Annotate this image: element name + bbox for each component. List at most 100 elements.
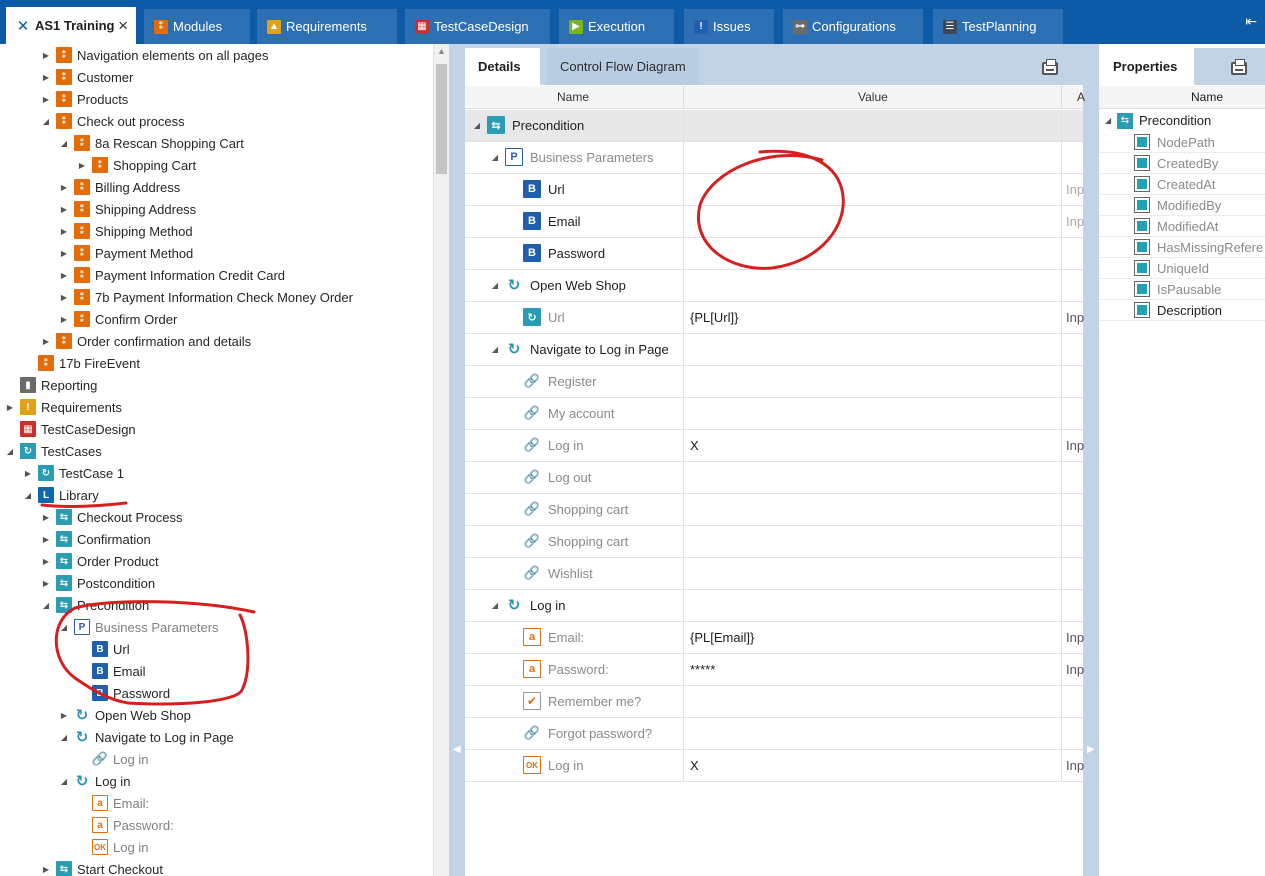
tree-scrollbar[interactable]: ▲ (433, 44, 449, 876)
table-row[interactable]: 🔗 Log in X Inp (465, 430, 1084, 462)
tree-node[interactable]: ◢ ⁑ Check out process (40, 110, 185, 132)
table-row[interactable]: ◢ ⇆ Precondition (465, 110, 1083, 142)
column-header-action[interactable]: A (1077, 90, 1085, 104)
property-row[interactable]: IsPausable (1099, 279, 1265, 300)
table-row[interactable]: ◢ ↻ Log in (465, 590, 1083, 622)
property-row[interactable]: UniqueId (1099, 258, 1265, 279)
action-mode-cell[interactable]: Inp (1066, 214, 1084, 229)
tree-node[interactable]: ▶ ⁑ Navigation elements on all pages (40, 44, 269, 66)
tree-node[interactable]: ◢ ↻ TestCases (4, 440, 102, 462)
column-header-name[interactable]: Name (557, 90, 589, 104)
column-header-value[interactable]: Value (858, 90, 888, 104)
tab-configurations[interactable]: ⊶ Configurations (783, 9, 923, 44)
tree-node[interactable]: ▶ ⇆ Confirmation (40, 528, 151, 550)
value-cell[interactable]: X (690, 758, 699, 773)
tree-node[interactable]: ▶! Requirements (4, 396, 122, 418)
tree-node[interactable]: ▶ ⇆ Start Checkout (40, 858, 163, 876)
tree-node[interactable]: a Email: (76, 792, 149, 814)
tree-node[interactable]: ▶ ⇆ Postcondition (40, 572, 155, 594)
expand-arrow-icon[interactable]: ◢ (489, 153, 501, 162)
tab-requirements[interactable]: ▲ Requirements (257, 9, 397, 44)
action-mode-cell[interactable]: Inp (1066, 758, 1084, 773)
tree-node[interactable]: ▶ ⇆ Checkout Process (40, 506, 183, 528)
tree-node[interactable]: ◢ ⁑ 8a Rescan Shopping Cart (58, 132, 244, 154)
expand-arrow-icon[interactable]: ◢ (58, 733, 70, 742)
expand-arrow-icon[interactable]: ▶ (58, 271, 70, 280)
tree-node[interactable]: ▶ ↻ Open Web Shop (58, 704, 191, 726)
tree-node[interactable]: ▶ ⁑ Confirm Order (58, 308, 177, 330)
property-row[interactable]: ModifiedAt (1099, 216, 1265, 237)
action-mode-cell[interactable]: Inp (1066, 662, 1084, 677)
collapse-right-icon[interactable]: ▶ (1087, 744, 1095, 755)
action-mode-cell[interactable]: Inp (1066, 438, 1084, 453)
table-row[interactable]: 🔗 My account (465, 398, 1083, 430)
tree-node[interactable]: ▦ TestCaseDesign (4, 418, 136, 440)
tree-node[interactable]: B Url (76, 638, 130, 660)
action-mode-cell[interactable]: Inp (1066, 630, 1084, 645)
expand-arrow-icon[interactable]: ▶ (22, 469, 34, 478)
properties-root-node[interactable]: ◢ ⇆ Precondition (1099, 110, 1265, 131)
value-cell[interactable]: ***** (690, 662, 715, 677)
tree-node[interactable]: ◢ ⇆ Precondition (40, 594, 388, 616)
tree-node[interactable]: B Password (76, 682, 170, 704)
tree-node[interactable]: a Password: (76, 814, 174, 836)
close-icon[interactable]: × (118, 16, 128, 36)
table-row[interactable]: a Password: ***** Inp (465, 654, 1084, 686)
table-row[interactable]: 🔗 Shopping cart (465, 526, 1083, 558)
expand-arrow-icon[interactable]: ▶ (76, 161, 88, 170)
tab-properties[interactable]: Properties (1099, 48, 1194, 85)
tree-node[interactable]: ◢ L Library (22, 484, 99, 506)
expand-arrow-icon[interactable]: ▶ (58, 227, 70, 236)
value-cell[interactable]: {PL[Url]} (690, 310, 738, 325)
table-row[interactable]: ◢ P Business Parameters (465, 142, 1083, 174)
table-row[interactable]: OK Log in X Inp (465, 750, 1084, 782)
collapse-left-icon[interactable]: ◀ (453, 744, 461, 755)
tree-node[interactable]: ▶ ⁑ Payment Method (58, 242, 193, 264)
expand-arrow-icon[interactable]: ◢ (1105, 116, 1117, 125)
tree-node[interactable]: ⁑ 17b FireEvent (22, 352, 140, 374)
tab-modules[interactable]: ⁑ Modules (144, 9, 250, 44)
expand-arrow-icon[interactable]: ◢ (40, 117, 52, 126)
tab-testcasedesign[interactable]: ▦ TestCaseDesign (405, 9, 550, 44)
expand-arrow-icon[interactable]: ▶ (40, 535, 52, 544)
property-row[interactable]: CreatedAt (1099, 174, 1265, 195)
table-row[interactable]: ◢ ↻ Open Web Shop (465, 270, 1083, 302)
expand-arrow-icon[interactable]: ▶ (58, 315, 70, 324)
expand-arrow-icon[interactable]: ▶ (40, 95, 52, 104)
table-row[interactable]: B Password (465, 238, 1083, 270)
tree-node[interactable]: ▮ Reporting (4, 374, 97, 396)
tree-node[interactable]: ▶ ↻ TestCase 1 (22, 462, 124, 484)
expand-arrow-icon[interactable]: ◢ (489, 281, 501, 290)
scroll-up-icon[interactable]: ▲ (437, 46, 446, 56)
tree-node[interactable]: ◢ P Business Parameters (58, 616, 219, 638)
table-row[interactable]: 🔗 Shopping cart (465, 494, 1083, 526)
expand-arrow-icon[interactable]: ▶ (40, 337, 52, 346)
expand-arrow-icon[interactable]: ▶ (58, 293, 70, 302)
table-row[interactable]: 🔗 Register (465, 366, 1083, 398)
tree-node[interactable]: ▶ ⁑ Customer (40, 66, 133, 88)
tree-node[interactable]: ▶ ⁑ Billing Address (58, 176, 180, 198)
tree-node[interactable]: ◢ ↻ Log in (58, 770, 131, 792)
expand-arrow-icon[interactable]: ▶ (58, 249, 70, 258)
table-row[interactable]: ✔ Remember me? (465, 686, 1083, 718)
tree-node[interactable]: B Email (76, 660, 146, 682)
expand-arrow-icon[interactable]: ◢ (489, 601, 501, 610)
tree-node[interactable]: ▶ ⁑ Products (40, 88, 128, 110)
table-row[interactable]: ↻ Url {PL[Url]} Inp (465, 302, 1084, 334)
tab-issues[interactable]: ! Issues (684, 9, 774, 44)
expand-arrow-icon[interactable]: ▶ (40, 557, 52, 566)
table-row[interactable]: B Url Inp (465, 174, 1084, 206)
tree-node[interactable]: ▶ ⁑ 7b Payment Information Check Money Ord… (58, 286, 353, 308)
tab-execution[interactable]: ▶ Execution (559, 9, 674, 44)
property-row[interactable]: HasMissingRefere (1099, 237, 1265, 258)
table-row[interactable]: 🔗 Log out (465, 462, 1083, 494)
tree-node[interactable]: OK Log in (76, 836, 148, 858)
expand-arrow-icon[interactable]: ◢ (4, 447, 16, 456)
print-icon[interactable] (1042, 59, 1058, 75)
property-row[interactable]: ModifiedBy (1099, 195, 1265, 216)
table-row[interactable]: a Email: {PL[Email]} Inp (465, 622, 1084, 654)
expand-arrow-icon[interactable]: ▶ (40, 51, 52, 60)
tree-node[interactable]: ▶ ⁑ Order confirmation and details (40, 330, 251, 352)
tree-node[interactable]: ◢ ↻ Navigate to Log in Page (58, 726, 234, 748)
expand-arrow-icon[interactable]: ▶ (40, 865, 52, 874)
